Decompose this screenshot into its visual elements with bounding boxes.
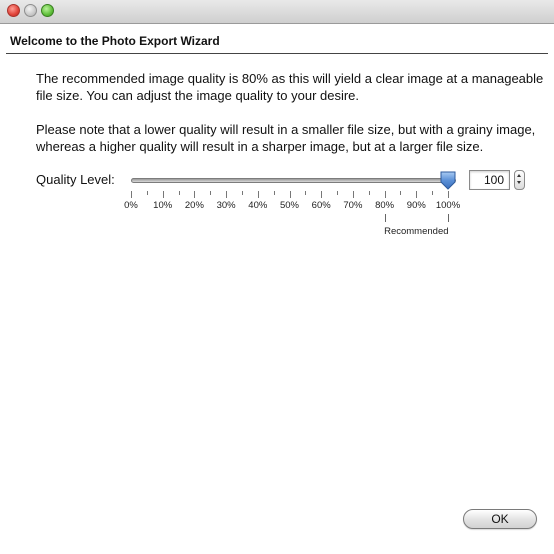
tick-minor <box>432 191 434 195</box>
recommended-label: Recommended <box>384 226 449 237</box>
tick-major <box>448 191 449 198</box>
tick-label: 20% <box>184 200 204 211</box>
tick-major <box>131 191 132 198</box>
tick-label: 10% <box>153 200 173 211</box>
tick-minor <box>210 191 212 195</box>
tick-major <box>257 191 259 198</box>
tick-label: 40% <box>248 200 268 211</box>
tick-minor <box>305 191 307 195</box>
tick-label: 0% <box>124 200 138 211</box>
slider-thumb[interactable] <box>440 171 456 190</box>
tick-label: 50% <box>279 200 300 211</box>
wizard-title: Welcome to the Photo Export Wizard <box>10 34 220 48</box>
tick-minor <box>400 191 402 195</box>
quality-level-label: Quality Level: <box>36 172 115 187</box>
quality-value-field[interactable]: 100 <box>469 170 510 190</box>
tick-major <box>162 191 164 198</box>
tick-label: 30% <box>216 200 236 211</box>
tick-minor <box>146 191 148 195</box>
tick-minor <box>241 191 243 195</box>
tick-major <box>384 191 386 198</box>
tick-label: 100% <box>435 200 461 211</box>
title-bar[interactable] <box>0 0 554 24</box>
tick-label: 60% <box>311 200 331 211</box>
close-traffic-light-icon[interactable] <box>7 4 20 17</box>
tick-label: 80% <box>375 200 395 211</box>
chevron-up-icon[interactable] <box>515 171 524 180</box>
tick-major <box>226 191 228 198</box>
tick-label: 70% <box>343 200 363 211</box>
tick-minor <box>368 191 370 195</box>
wizard-window: Welcome to the Photo Export Wizard The r… <box>0 0 554 554</box>
tick-label: 90% <box>406 200 426 211</box>
quality-slider[interactable] <box>131 171 456 191</box>
minimize-traffic-light-icon[interactable] <box>24 4 37 17</box>
recommended-marker <box>384 214 386 222</box>
header-divider <box>6 53 548 54</box>
tick-minor <box>337 191 339 195</box>
tick-minor <box>178 191 180 195</box>
zoom-traffic-light-icon[interactable] <box>41 4 54 17</box>
tick-major <box>194 191 196 198</box>
tick-major <box>321 191 323 198</box>
recommended-marker <box>448 214 449 222</box>
note-paragraph: Please note that a lower quality will re… <box>36 122 536 154</box>
quality-stepper[interactable] <box>514 170 525 190</box>
chevron-down-icon[interactable] <box>515 180 524 189</box>
ok-button[interactable]: OK <box>463 509 537 529</box>
slider-track[interactable] <box>131 178 456 183</box>
tick-major <box>416 191 418 198</box>
tick-major <box>289 191 291 198</box>
intro-paragraph: The recommended image quality is 80% as … <box>36 71 544 103</box>
tick-minor <box>273 191 275 195</box>
tick-major <box>352 191 354 198</box>
